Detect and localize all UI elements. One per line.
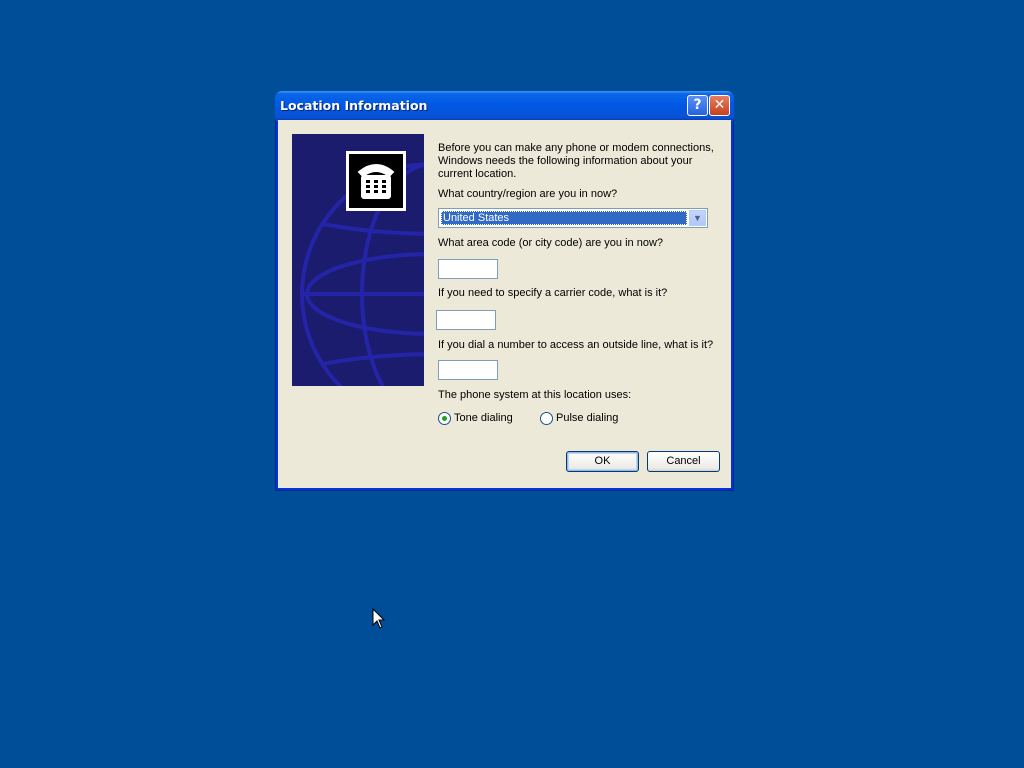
dialog-title: Location Information <box>280 98 428 113</box>
area-code-input[interactable] <box>438 259 498 279</box>
location-information-dialog: Location Information ? ✕ Before you can … <box>275 91 734 491</box>
globe-banner-image <box>292 134 424 386</box>
dialog-client-area: Before you can make any phone or modem c… <box>278 120 731 488</box>
help-button[interactable]: ? <box>687 95 708 116</box>
title-bar[interactable]: Location Information ? ✕ <box>275 91 734 120</box>
ok-button[interactable]: OK <box>566 451 639 472</box>
country-label: What country/region are you in now? <box>438 188 618 200</box>
pulse-dialing-label[interactable]: Pulse dialing <box>556 412 618 425</box>
country-selected-value: United States <box>441 211 687 225</box>
close-button[interactable]: ✕ <box>709 95 730 116</box>
mouse-cursor-icon <box>372 608 386 629</box>
telephone-icon <box>346 151 406 211</box>
phone-system-label: The phone system at this location uses: <box>438 389 632 401</box>
pulse-dialing-radio[interactable] <box>540 412 553 425</box>
outside-line-label: If you dial a number to access an outsid… <box>438 339 714 351</box>
area-code-label: What area code (or city code) are you in… <box>438 237 664 249</box>
cancel-button[interactable]: Cancel <box>647 451 720 472</box>
outside-line-input[interactable] <box>438 360 498 380</box>
country-dropdown[interactable]: United States ▼ <box>438 208 708 228</box>
tone-dialing-radio[interactable] <box>438 412 451 425</box>
tone-dialing-label[interactable]: Tone dialing <box>454 412 513 425</box>
carrier-code-input[interactable] <box>436 310 496 330</box>
intro-text: Before you can make any phone or modem c… <box>438 142 714 180</box>
chevron-down-icon[interactable]: ▼ <box>689 210 706 226</box>
carrier-code-label: If you need to specify a carrier code, w… <box>438 287 668 299</box>
